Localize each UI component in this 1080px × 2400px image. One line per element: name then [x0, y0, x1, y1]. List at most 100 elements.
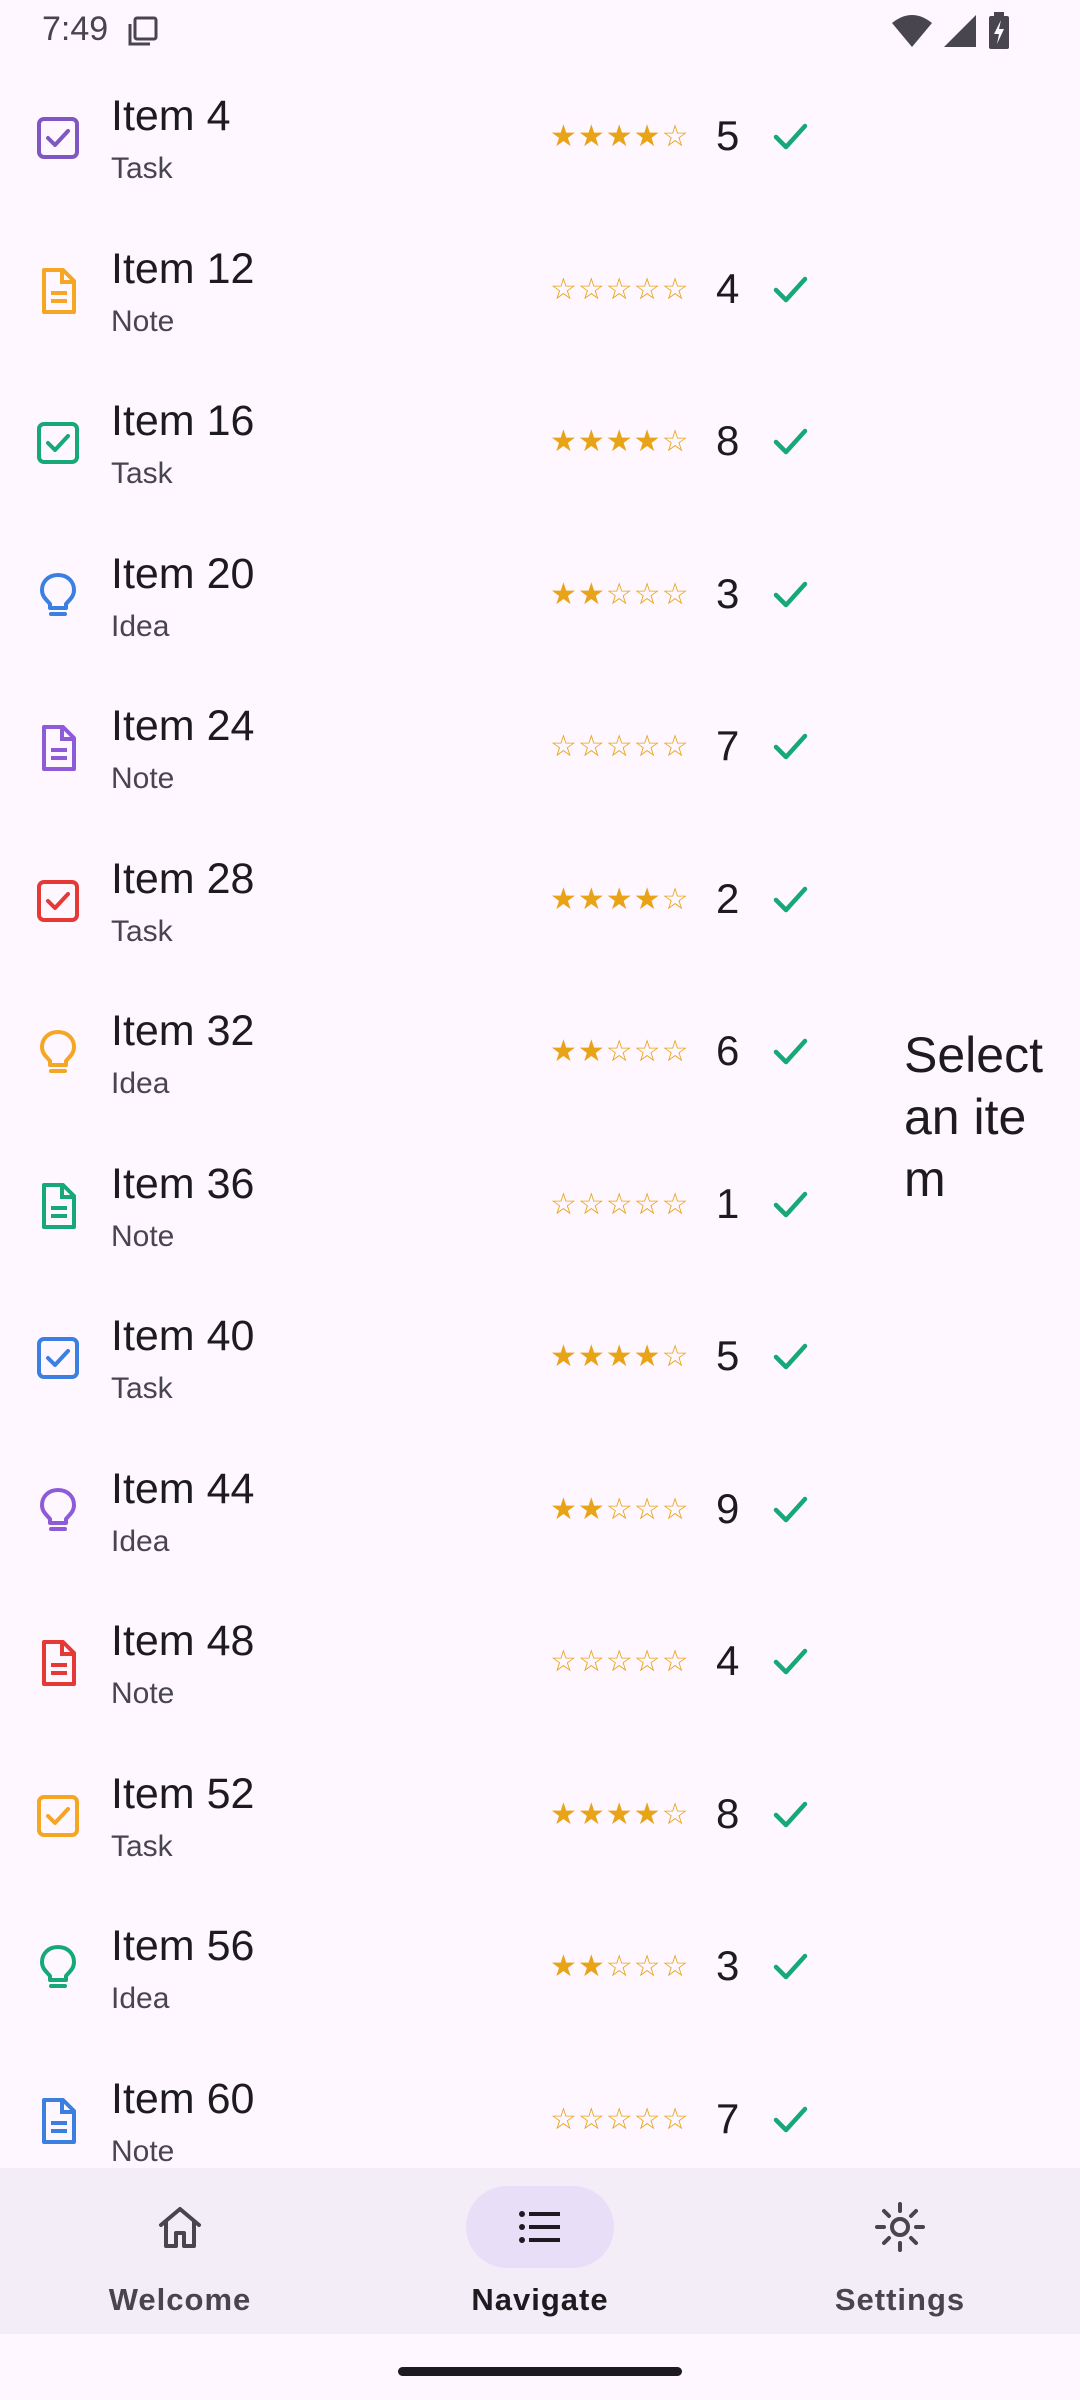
check-icon [768, 572, 812, 616]
gesture-handle[interactable] [398, 2367, 682, 2376]
list-item[interactable]: Item 32 Idea ★★☆☆☆ 6 [0, 977, 880, 1129]
list-item[interactable]: Item 40 Task ★★★★☆ 5 [0, 1282, 880, 1434]
item-count: 9 [716, 1484, 740, 1532]
item-title: Item 24 [111, 702, 255, 750]
list-item[interactable]: Item 56 Idea ★★☆☆☆ 3 [0, 1892, 880, 2044]
item-list[interactable]: Item 4 Task ★★★★☆ 5 Item 12 Note ☆☆☆☆☆ 4… [0, 62, 880, 2166]
item-rating-stars: ★★★★☆ [550, 882, 690, 916]
list-item[interactable]: Item 36 Note ☆☆☆☆☆ 1 [0, 1130, 880, 1282]
nav-navigate[interactable]: Navigate [360, 2168, 720, 2334]
check-icon [768, 1334, 812, 1378]
item-title: Item 60 [111, 2074, 255, 2123]
item-rating-stars: ★★★★☆ [550, 425, 690, 458]
list-item[interactable]: Item 28 Task ★★★★☆ 2 [0, 825, 880, 977]
item-count: 4 [716, 1637, 740, 1684]
status-time: 7:49 [42, 10, 109, 48]
nav-label: Navigate [471, 2282, 609, 2317]
item-type-label: Task [111, 1829, 173, 1863]
checkbox-icon [34, 419, 82, 467]
item-count: 3 [716, 1942, 740, 1989]
item-count: 3 [716, 569, 740, 617]
item-title: Item 4 [111, 92, 231, 140]
item-rating-stars: ★★☆☆☆ [550, 1492, 690, 1526]
checkbox-icon [34, 1792, 82, 1840]
note-icon [34, 1639, 82, 1687]
list-item[interactable]: Item 20 Idea ★★☆☆☆ 3 [0, 520, 880, 672]
screenshot-notification-icon [126, 14, 160, 53]
bottom-navigation: Welcome Navigate Settings [0, 2168, 1080, 2334]
check-icon [768, 1792, 812, 1836]
detail-placeholder: Select an item [904, 1027, 1043, 1207]
item-title: Item 32 [111, 1007, 255, 1055]
note-icon [34, 1182, 82, 1230]
status-bar: 7:49 [0, 0, 1080, 62]
item-title: Item 44 [111, 1464, 255, 1513]
item-count: 1 [716, 1179, 740, 1227]
note-icon [34, 267, 82, 315]
home-icon [154, 2201, 206, 2253]
item-type-label: Note [111, 762, 175, 795]
item-rating-stars: ☆☆☆☆☆ [550, 272, 690, 306]
nav-welcome[interactable]: Welcome [0, 2168, 360, 2334]
item-type-label: Idea [111, 1982, 170, 2015]
check-icon [768, 1182, 812, 1226]
list-item[interactable]: Item 60 Note ☆☆☆☆☆ 7 [0, 2045, 880, 2166]
check-icon [768, 419, 812, 463]
check-icon [768, 1487, 812, 1531]
nav-settings[interactable]: Settings [720, 2168, 1080, 2334]
item-count: 8 [716, 1789, 740, 1837]
check-icon [768, 267, 812, 311]
list-item[interactable]: Item 12 Note ☆☆☆☆☆ 4 [0, 215, 880, 367]
item-type-label: Task [111, 152, 173, 185]
list-icon [514, 2201, 566, 2253]
item-type-label: Note [111, 1677, 175, 1710]
item-count: 5 [716, 112, 740, 159]
wifi-icon [890, 13, 934, 54]
item-rating-stars: ☆☆☆☆☆ [550, 2102, 690, 2136]
item-title: Item 12 [111, 244, 255, 293]
list-item[interactable]: Item 48 Note ☆☆☆☆☆ 4 [0, 1587, 880, 1739]
check-icon [768, 1639, 812, 1683]
list-item[interactable]: Item 16 Task ★★★★☆ 8 [0, 367, 880, 519]
item-title: Item 52 [111, 1769, 255, 1818]
checkbox-icon [34, 877, 82, 925]
item-type-label: Idea [111, 1067, 170, 1100]
sun-icon [874, 2201, 926, 2253]
checkbox-icon [34, 1334, 82, 1382]
note-icon [34, 2097, 82, 2145]
lightbulb-icon [34, 1487, 82, 1535]
item-count: 5 [716, 1332, 740, 1379]
list-item[interactable]: Item 44 Idea ★★☆☆☆ 9 [0, 1435, 880, 1587]
item-title: Item 48 [111, 1617, 255, 1665]
item-title: Item 28 [111, 854, 255, 903]
check-icon [768, 2097, 812, 2141]
item-rating-stars: ☆☆☆☆☆ [550, 1645, 690, 1678]
item-rating-stars: ★★☆☆☆ [550, 1950, 690, 1983]
status-icons [890, 12, 1010, 55]
item-rating-stars: ★★★★☆ [550, 1797, 690, 1831]
item-type-label: Task [111, 1372, 173, 1405]
item-type-label: Idea [111, 1524, 170, 1558]
item-count: 2 [716, 874, 740, 922]
check-icon [768, 724, 812, 768]
lightbulb-icon [34, 1029, 82, 1077]
item-rating-stars: ★★☆☆☆ [550, 1035, 690, 1068]
signal-icon [942, 13, 980, 54]
item-title: Item 56 [111, 1922, 255, 1970]
item-rating-stars: ★★☆☆☆ [550, 577, 690, 611]
item-type-label: Task [111, 914, 173, 948]
list-item[interactable]: Item 52 Task ★★★★☆ 8 [0, 1740, 880, 1892]
battery-charging-icon [988, 12, 1010, 55]
item-rating-stars: ★★★★☆ [550, 1340, 690, 1373]
item-count: 4 [716, 264, 740, 312]
item-title: Item 16 [111, 397, 255, 445]
note-icon [34, 724, 82, 772]
nav-label: Settings [834, 2282, 966, 2317]
list-item[interactable]: Item 24 Note ☆☆☆☆☆ 7 [0, 672, 880, 824]
item-rating-stars: ☆☆☆☆☆ [550, 1187, 690, 1221]
item-type-label: Idea [111, 609, 170, 643]
check-icon [768, 877, 812, 921]
list-item[interactable]: Item 4 Task ★★★★☆ 5 [0, 62, 880, 214]
item-type-label: Note [111, 304, 175, 338]
item-count: 7 [716, 2094, 740, 2142]
